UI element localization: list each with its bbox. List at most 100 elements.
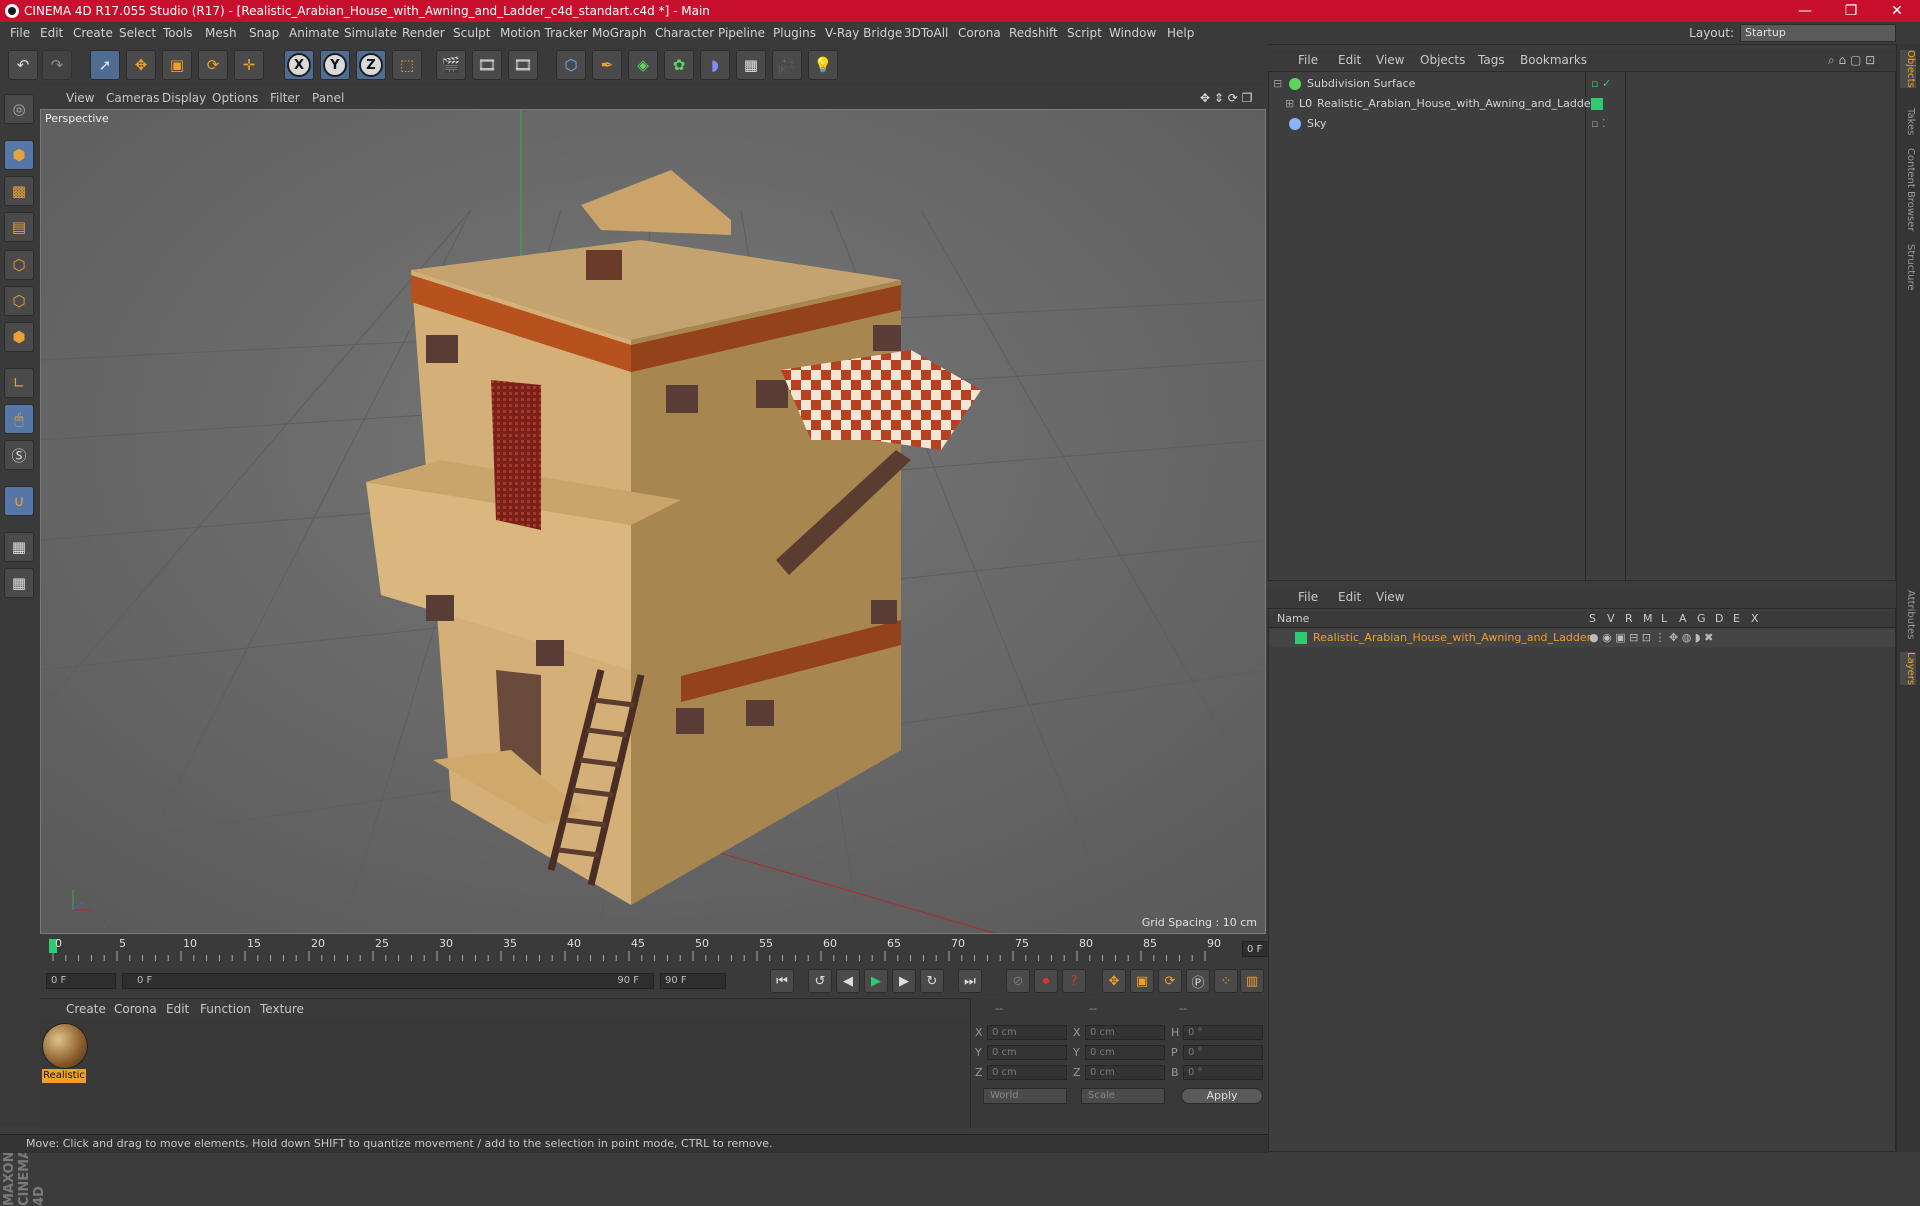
size-y-field[interactable]: 0 cm [1085, 1045, 1165, 1060]
render-to-picture-viewer-button[interactable]: 🎞 [472, 50, 502, 80]
rotation-p-field[interactable]: 0 ° [1183, 1045, 1263, 1060]
size-z-field[interactable]: 0 cm [1085, 1065, 1165, 1080]
undo-button[interactable]: ↶ [8, 50, 38, 80]
menu-script[interactable]: Script [1067, 26, 1102, 40]
move-tool-button[interactable]: ✥ [126, 50, 156, 80]
subdivision-button[interactable]: ◈ [628, 50, 658, 80]
lm-menu-edit[interactable]: Edit [1338, 590, 1361, 604]
scale-tool-button[interactable]: ▣ [162, 50, 192, 80]
menu-snap[interactable]: Snap [249, 26, 279, 40]
close-button[interactable]: ✕ [1874, 0, 1920, 22]
magnet-button[interactable]: ∪ [4, 486, 34, 516]
menu-plugins[interactable]: Plugins [773, 26, 816, 40]
visibility-dots-icon[interactable]: ▫ ⁚ [1591, 117, 1605, 130]
material-menu-function[interactable]: Function [200, 1002, 251, 1016]
rotate-tool-button[interactable]: ⟳ [198, 50, 228, 80]
start-frame-field[interactable]: 0 F [46, 973, 116, 989]
range-slider[interactable]: 0 F 90 F [122, 973, 654, 989]
viewport-menu-filter[interactable]: Filter [270, 91, 300, 105]
material-menu-corona[interactable]: Corona [114, 1002, 157, 1016]
tab-takes[interactable]: Takes [1900, 108, 1916, 135]
next-key-button[interactable]: ↻ [920, 969, 944, 993]
tab-layers[interactable]: Layers [1900, 652, 1916, 686]
y-axis-button[interactable]: Y [320, 50, 350, 80]
autokey-button[interactable]: ? [1062, 969, 1086, 993]
size-x-field[interactable]: 0 cm [1085, 1025, 1165, 1040]
menu-mograph[interactable]: MoGraph [592, 26, 647, 40]
previous-frame-button[interactable]: ◀ [836, 969, 860, 993]
menu-window[interactable]: Window [1109, 26, 1156, 40]
go-to-end-button[interactable]: ⏭ [958, 969, 982, 993]
viewport-menu-panel[interactable]: Panel [312, 91, 344, 105]
menu-corona[interactable]: Corona [958, 26, 1001, 40]
menu-character[interactable]: Character [655, 26, 714, 40]
go-to-start-button[interactable]: ⏮ [770, 969, 794, 993]
menu-tools[interactable]: Tools [163, 26, 193, 40]
coordinate-space-dropdown[interactable]: World [983, 1088, 1067, 1104]
timeline-window-button[interactable]: ▥ [1240, 969, 1264, 993]
apply-button[interactable]: Apply [1181, 1088, 1263, 1104]
layout-select[interactable]: Startup [1740, 24, 1896, 42]
key-parameter-button[interactable]: Ⓟ [1186, 969, 1210, 993]
om-menu-view[interactable]: View [1376, 53, 1404, 67]
menu-redshift[interactable]: Redshift [1009, 26, 1058, 40]
menu-file[interactable]: File [10, 26, 30, 40]
collapse-icon[interactable]: ⊟ [1273, 77, 1282, 90]
tab-content-browser[interactable]: Content Browser [1900, 148, 1916, 231]
texture-mode-button[interactable]: ▩ [4, 176, 34, 206]
menu-select[interactable]: Select [119, 26, 156, 40]
lm-menu-view[interactable]: View [1376, 590, 1404, 604]
workplane-align-button[interactable]: ▦ [4, 568, 34, 598]
record-button[interactable]: ⏺ [1034, 969, 1058, 993]
tab-structure[interactable]: Structure [1900, 244, 1916, 291]
light-button[interactable]: 💡 [808, 50, 838, 80]
maximize-button[interactable]: ❐ [1828, 0, 1874, 22]
menu-motion-tracker[interactable]: Motion Tracker [500, 26, 588, 40]
viewport-nav-icons[interactable]: ✥ ⇕ ⟳ ❐ [1200, 91, 1252, 105]
workplane-mode-button[interactable]: ▤ [4, 212, 34, 242]
viewport-menu-view[interactable]: View [66, 91, 94, 105]
transform-tool-button[interactable]: ✛ [234, 50, 264, 80]
3d-viewport[interactable]: Perspective Grid Spacing : 10 cm [40, 109, 1266, 934]
lm-menu-file[interactable]: File [1298, 590, 1318, 604]
menu-sculpt[interactable]: Sculpt [453, 26, 490, 40]
object-row-house[interactable]: ⊞ L0 Realistic_Arabian_House_with_Awning… [1269, 94, 1895, 114]
coordinate-system-button[interactable]: ⬚ [392, 50, 422, 80]
deformer-button[interactable]: ◗ [700, 50, 730, 80]
timeline[interactable]: 0 5 10 15 20 25 30 35 40 45 50 55 60 65 70 75 80 85 90 0 F [40, 935, 1304, 965]
rotation-b-field[interactable]: 0 ° [1183, 1065, 1263, 1080]
x-axis-button[interactable]: X [284, 50, 314, 80]
camera-button[interactable]: 🎥 [772, 50, 802, 80]
snap-button[interactable]: Ⓢ [4, 440, 34, 470]
menu-edit[interactable]: Edit [40, 26, 63, 40]
menu-animate[interactable]: Animate [289, 26, 339, 40]
object-row-sky[interactable]: Sky ▫ ⁚ [1269, 114, 1895, 134]
edit-render-settings-button[interactable]: 🎞 [508, 50, 538, 80]
redo-button[interactable]: ↷ [42, 50, 72, 80]
layer-color-swatch[interactable] [1295, 632, 1307, 644]
object-row-subdivision[interactable]: ⊟ Subdivision Surface ▫ ✓ [1269, 74, 1895, 94]
menu-pipeline[interactable]: Pipeline [718, 26, 765, 40]
menu-mesh[interactable]: Mesh [205, 26, 237, 40]
om-search-icon[interactable]: ⌕ ⌂ ▢ ⊡ [1828, 53, 1875, 68]
minimize-button[interactable]: — [1782, 0, 1828, 22]
keyframe-selection-button[interactable]: ⊘ [1006, 969, 1030, 993]
key-rotation-button[interactable]: ⟳ [1158, 969, 1182, 993]
size-mode-dropdown[interactable]: Scale [1081, 1088, 1165, 1104]
layer-row[interactable]: Realistic_Arabian_House_with_Awning_and_… [1269, 629, 1895, 647]
rotation-h-field[interactable]: 0 ° [1183, 1025, 1263, 1040]
menu-simulate[interactable]: Simulate [344, 26, 397, 40]
next-frame-button[interactable]: ▶ [892, 969, 916, 993]
material-menu-create[interactable]: Create [66, 1002, 106, 1016]
position-x-field[interactable]: 0 cm [987, 1025, 1067, 1040]
tab-objects[interactable]: Objects [1900, 50, 1916, 88]
tab-attributes[interactable]: Attributes [1900, 590, 1916, 639]
end-frame-field[interactable]: 90 F [660, 973, 726, 989]
om-menu-bookmarks[interactable]: Bookmarks [1520, 53, 1587, 67]
om-menu-file[interactable]: File [1298, 53, 1318, 67]
menu-vray-bridge[interactable]: V-Ray Bridge [825, 26, 902, 40]
polygons-mode-button[interactable]: ⬢ [4, 322, 34, 352]
previous-key-button[interactable]: ↺ [808, 969, 832, 993]
viewport-menu-display[interactable]: Display [162, 91, 206, 105]
layer-color-icon[interactable] [1591, 98, 1603, 110]
